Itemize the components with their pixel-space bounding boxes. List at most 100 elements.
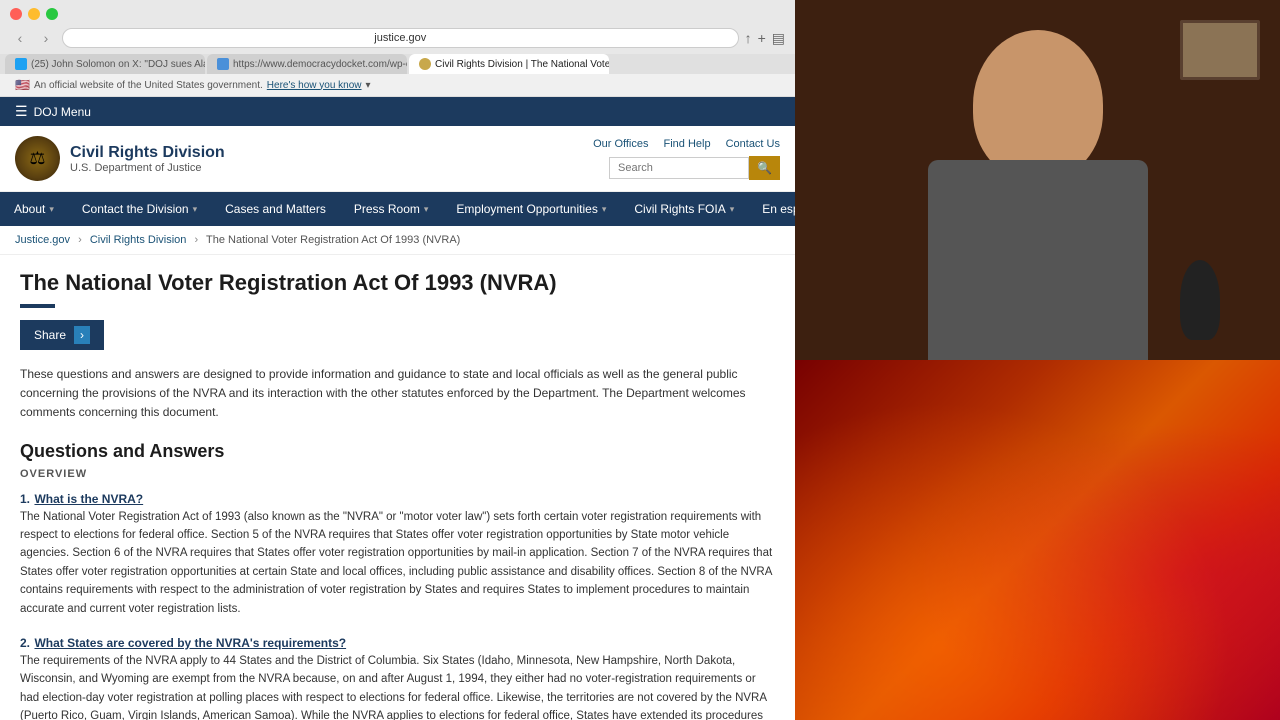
qa-2-number: 2. xyxy=(20,636,30,650)
breadcrumb-current: The National Voter Registration Act Of 1… xyxy=(206,234,460,246)
search-button[interactable]: 🔍 xyxy=(749,156,780,180)
tab-3-favicon xyxy=(419,58,431,70)
contact-us-link[interactable]: Contact Us xyxy=(726,138,780,150)
tab-3-label: Civil Rights Division | The National Vot… xyxy=(435,59,609,70)
browser-chrome: ‹ › justice.gov ↑ + ▤ xyxy=(0,0,795,54)
new-tab-icon[interactable]: + xyxy=(758,30,766,47)
qa-item-1: 1. What is the NVRA? The National Voter … xyxy=(20,490,775,618)
sidebar-icon[interactable]: ▤ xyxy=(772,30,785,47)
breadcrumb: Justice.gov › Civil Rights Division › Th… xyxy=(0,226,795,255)
tab-1-label: (25) John Solomon on X: "DOJ sues Alabam… xyxy=(31,59,205,70)
qa-1-question[interactable]: What is the NVRA? xyxy=(34,492,143,506)
nav-foia[interactable]: Civil Rights FOIA ▾ xyxy=(620,192,748,226)
tab-2[interactable]: https://www.democracydocket.com/wp-conte… xyxy=(207,54,407,74)
breadcrumb-home[interactable]: Justice.gov xyxy=(15,234,70,246)
gov-banner-text: An official website of the United States… xyxy=(34,80,263,91)
nav-foia-label: Civil Rights FOIA xyxy=(634,202,725,216)
qa-item-2: 2. What States are covered by the NVRA's… xyxy=(20,634,775,720)
page-title: The National Voter Registration Act Of 1… xyxy=(20,270,775,296)
qa-1-header: 1. What is the NVRA? xyxy=(20,490,775,508)
our-offices-link[interactable]: Our Offices xyxy=(593,138,648,150)
nav-cases[interactable]: Cases and Matters xyxy=(211,192,340,226)
search-bar: 🔍 xyxy=(609,156,780,180)
logo-area: ⚖ Civil Rights Division U.S. Department … xyxy=(15,136,225,181)
flag-icon: 🇺🇸 xyxy=(15,78,30,92)
header-links: Our Offices Find Help Contact Us xyxy=(593,138,780,150)
qa-1-number: 1. xyxy=(20,492,30,506)
qa-1-answer: The National Voter Registration Act of 1… xyxy=(20,508,775,618)
tab-1-favicon xyxy=(15,58,27,70)
qa-section-heading: Questions and Answers xyxy=(20,441,775,462)
forward-button[interactable]: › xyxy=(36,28,56,48)
breadcrumb-sep-2: › xyxy=(194,234,198,246)
nav-contact-arrow: ▾ xyxy=(193,204,198,215)
browser-toolbar: ‹ › justice.gov ↑ + ▤ xyxy=(10,28,785,48)
traffic-lights xyxy=(10,8,785,20)
nav-contact-division[interactable]: Contact the Division ▾ xyxy=(68,192,211,226)
nav-employment-arrow: ▾ xyxy=(602,204,607,215)
nav-about-label: About xyxy=(14,202,45,216)
back-button[interactable]: ‹ xyxy=(10,28,30,48)
department-name: U.S. Department of Justice xyxy=(70,162,225,174)
nav-press[interactable]: Press Room ▾ xyxy=(340,192,443,226)
gov-banner: 🇺🇸 An official website of the United Sta… xyxy=(0,74,795,97)
title-underline xyxy=(20,304,55,308)
browser-tabs: (25) John Solomon on X: "DOJ sues Alabam… xyxy=(0,54,795,74)
qa-2-answer: The requirements of the NVRA apply to 44… xyxy=(20,652,775,720)
nav-about-arrow: ▾ xyxy=(49,204,54,215)
close-button[interactable] xyxy=(10,8,22,20)
nav-bar: About ▾ Contact the Division ▾ Cases and… xyxy=(0,192,795,226)
tab-2-label: https://www.democracydocket.com/wp-conte… xyxy=(233,59,407,70)
hamburger-label: DOJ Menu xyxy=(34,105,91,119)
hamburger-menu[interactable]: ☰ DOJ Menu xyxy=(15,103,91,120)
nav-contact-label: Contact the Division xyxy=(82,202,189,216)
site-title: Civil Rights Division U.S. Department of… xyxy=(70,144,225,174)
microphone xyxy=(1180,260,1220,340)
share-button[interactable]: Share › xyxy=(20,320,104,350)
nav-espanol-label: En español xyxy=(762,202,795,216)
find-help-link[interactable]: Find Help xyxy=(664,138,711,150)
doj-menu-bar: ☰ DOJ Menu xyxy=(0,97,795,126)
fullscreen-button[interactable] xyxy=(46,8,58,20)
tab-3[interactable]: Civil Rights Division | The National Vot… xyxy=(409,54,609,74)
person-head xyxy=(973,30,1103,180)
nav-press-label: Press Room xyxy=(354,202,420,216)
gov-banner-link[interactable]: Here's how you know xyxy=(267,80,362,91)
hamburger-icon: ☰ xyxy=(15,103,28,120)
main-content: The National Voter Registration Act Of 1… xyxy=(0,255,795,720)
share-arrow-icon: › xyxy=(74,326,90,344)
share-icon[interactable]: ↑ xyxy=(745,30,752,47)
minimize-button[interactable] xyxy=(28,8,40,20)
nav-press-arrow: ▾ xyxy=(424,204,429,215)
site-header: ⚖ Civil Rights Division U.S. Department … xyxy=(0,126,795,192)
nav-cases-label: Cases and Matters xyxy=(225,202,326,216)
webcam-frame xyxy=(795,0,1280,360)
share-label: Share xyxy=(34,328,66,342)
qa-2-header: 2. What States are covered by the NVRA's… xyxy=(20,634,775,652)
header-right: Our Offices Find Help Contact Us 🔍 xyxy=(593,138,780,180)
person-body xyxy=(928,160,1148,360)
doj-seal: ⚖ xyxy=(15,136,60,181)
breadcrumb-division[interactable]: Civil Rights Division xyxy=(90,234,187,246)
breadcrumb-sep-1: › xyxy=(78,234,82,246)
nav-about[interactable]: About ▾ xyxy=(0,192,68,226)
nav-employment[interactable]: Employment Opportunities ▾ xyxy=(442,192,620,226)
toolbar-icons: ↑ + ▤ xyxy=(745,30,785,47)
website-content: 🇺🇸 An official website of the United Sta… xyxy=(0,74,795,720)
qa-2-question[interactable]: What States are covered by the NVRA's re… xyxy=(34,636,346,650)
division-name: Civil Rights Division xyxy=(70,144,225,162)
nav-foia-arrow: ▾ xyxy=(730,204,735,215)
tab-2-favicon xyxy=(217,58,229,70)
banner-dropdown-icon[interactable]: ▾ xyxy=(366,80,371,91)
tab-1[interactable]: (25) John Solomon on X: "DOJ sues Alabam… xyxy=(5,54,205,74)
intro-text: These questions and answers are designed… xyxy=(20,365,775,423)
webcam-area xyxy=(795,0,1280,720)
nav-espanol[interactable]: En español xyxy=(748,192,795,226)
address-bar[interactable]: justice.gov xyxy=(62,28,739,48)
overview-label: OVERVIEW xyxy=(20,468,775,480)
browser-window: ‹ › justice.gov ↑ + ▤ (25) John Solomon … xyxy=(0,0,795,720)
wall-art xyxy=(1180,20,1260,80)
search-input[interactable] xyxy=(609,157,749,179)
nav-employment-label: Employment Opportunities xyxy=(456,202,597,216)
background-overlay xyxy=(795,360,1280,720)
